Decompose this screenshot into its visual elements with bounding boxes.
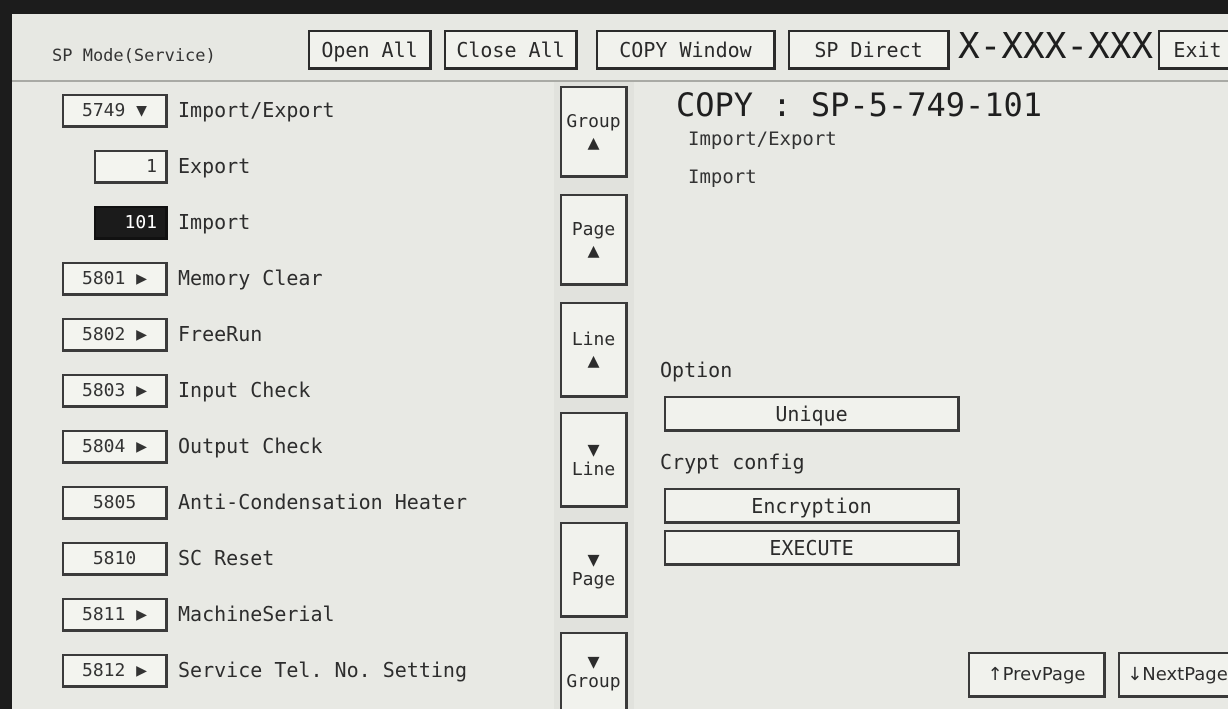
up-arrow-icon: ▲ [587,130,600,154]
down-arrow-icon: ▼ [587,437,600,461]
list-item[interactable]: 5802 ▶ FreeRun [12,316,552,356]
group-code-5810[interactable]: 5810 [62,542,168,576]
line-down-button[interactable]: ▼ Line [560,412,628,508]
list-item[interactable]: 5803 ▶ Input Check [12,372,552,412]
group-up-label: Group [566,111,621,132]
list-item[interactable]: 5812 ▶ Service Tel. No. Setting [12,652,552,692]
page-down-label: Page [571,569,616,590]
down-arrow-icon: ▼ [587,649,600,673]
up-arrow-icon: ▲ [587,238,600,262]
list-item-label: Memory Clear [178,266,323,290]
list-item[interactable]: 5811 ▶ MachineSerial [12,596,552,636]
sp-path-1: Import/Export [688,128,837,150]
list-item-label: MachineSerial [178,602,335,626]
top-bar: SP Mode(Service) Open All Close All COPY… [12,14,1228,82]
list-item-label: Input Check [178,378,311,402]
list-item[interactable]: 5801 ▶ Memory Clear [12,260,552,300]
copy-window-button[interactable]: COPY Window [596,30,776,70]
sp-path-2: Import [688,166,757,188]
item-code-selected[interactable]: 101 [94,206,168,240]
line-up-label: Line [571,329,616,350]
group-code-5803[interactable]: 5803 ▶ [62,374,168,408]
sp-list: 5749 ▼ Import/Export 1 Export 101 Import… [12,82,554,709]
line-up-button[interactable]: Line ▲ [560,302,628,398]
list-item-label: Anti-Condensation Heater [178,490,467,514]
page-down-button[interactable]: ▼ Page [560,522,628,618]
down-arrow-icon: ▼ [587,547,600,571]
list-item-label: Service Tel. No. Setting [178,658,467,682]
option-unique-button[interactable]: Unique [664,396,960,432]
list-item-label: FreeRun [178,322,263,346]
prev-page-button[interactable]: ↑PrevPage [968,652,1106,698]
page-up-button[interactable]: Page ▲ [560,194,628,286]
list-item[interactable]: 5810 SC Reset [12,540,552,580]
list-item[interactable]: 5804 ▶ Output Check [12,428,552,468]
list-item-label: Import/Export [178,98,335,122]
sp-title: COPY : SP-5-749-101 [676,86,1043,124]
list-item-label: Export [178,154,251,178]
line-down-label: Line [571,459,616,480]
item-code[interactable]: 1 [94,150,168,184]
group-code-5811[interactable]: 5811 ▶ [62,598,168,632]
open-all-button[interactable]: Open All [308,30,432,70]
group-code-5812[interactable]: 5812 ▶ [62,654,168,688]
exit-button[interactable]: Exit [1158,30,1228,70]
list-item-label: SC Reset [178,546,275,570]
group-code-5749[interactable]: 5749 ▼ [62,94,168,128]
group-code-5805[interactable]: 5805 [62,486,168,520]
list-item[interactable]: 1 Export [12,148,552,188]
machine-id: X-XXX-XXX [958,26,1154,67]
mode-label: SP Mode(Service) [52,46,216,66]
list-item-label: Output Check [178,434,323,458]
scroll-nav: Group ▲ Page ▲ Line ▲ ▼ Line ▼ Page ▼ Gr… [554,82,634,709]
encryption-button[interactable]: Encryption [664,488,960,524]
group-down-label: Group [566,671,621,692]
sp-mode-screen: SP Mode(Service) Open All Close All COPY… [12,14,1228,709]
list-item[interactable]: 5805 Anti-Condensation Heater [12,484,552,524]
execute-button[interactable]: EXECUTE [664,530,960,566]
detail-pane: COPY : SP-5-749-101 Import/Export Import… [634,82,1228,709]
option-label: Option [660,358,733,382]
group-code-5802[interactable]: 5802 ▶ [62,318,168,352]
list-item[interactable]: 5749 ▼ Import/Export [12,92,552,132]
group-code-5804[interactable]: 5804 ▶ [62,430,168,464]
next-page-button[interactable]: ↓NextPage [1118,652,1228,698]
up-arrow-icon: ▲ [587,348,600,372]
crypt-config-label: Crypt config [660,450,805,474]
sp-direct-button[interactable]: SP Direct [788,30,950,70]
list-item-label: Import [178,210,251,234]
close-all-button[interactable]: Close All [444,30,578,70]
group-code-5801[interactable]: 5801 ▶ [62,262,168,296]
page-up-label: Page [571,219,616,240]
group-up-button[interactable]: Group ▲ [560,86,628,178]
list-item[interactable]: 101 Import [12,204,552,244]
group-down-button[interactable]: ▼ Group [560,632,628,709]
